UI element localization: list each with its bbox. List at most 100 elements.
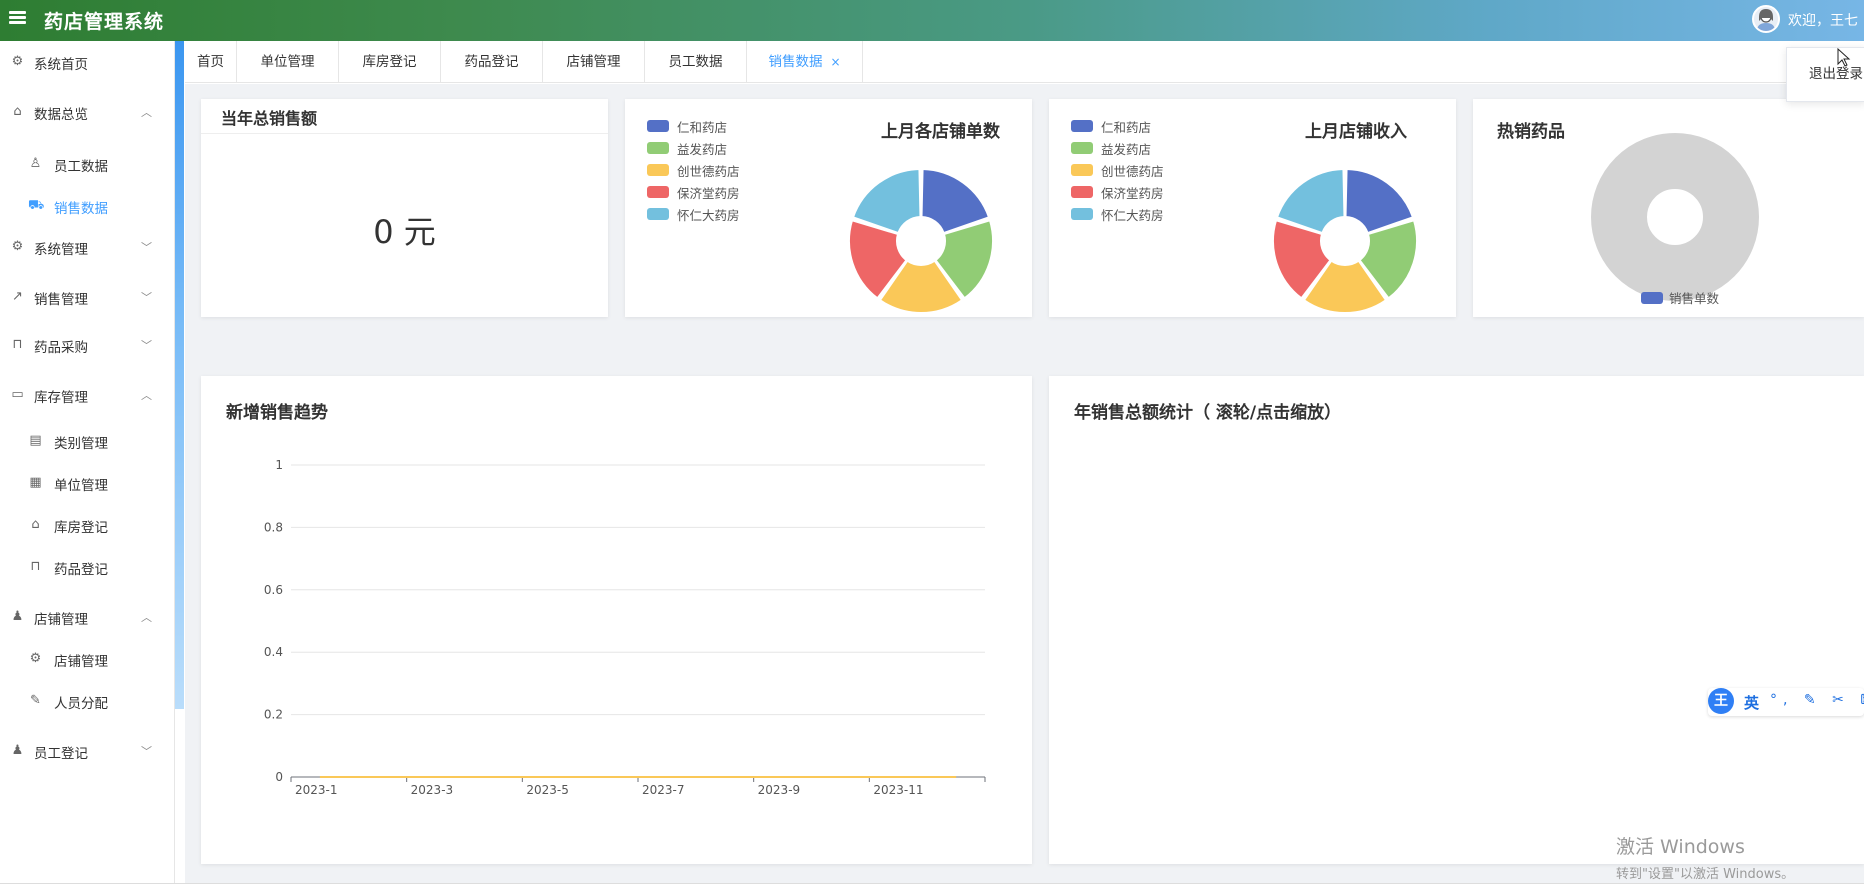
- user-filled-icon: ♟: [11, 609, 24, 624]
- y-tick-label: 0.4: [264, 645, 283, 659]
- tab-bar: 首页 单位管理 库房登记 药品登记 店铺管理 员工数据 销售数据 ×: [185, 41, 1864, 83]
- chevron-down-icon: ﹀: [141, 339, 152, 352]
- sidebar-item-label: 库房登记: [54, 520, 108, 536]
- legend-swatch: [1641, 292, 1663, 304]
- hot-drugs-card: 热销药品 销售单数: [1473, 99, 1864, 317]
- trend-chart-icon: ↗: [12, 289, 23, 304]
- total-sales-title: 当年总销售额: [221, 109, 318, 128]
- gear-outline-icon: ⚙: [11, 54, 24, 69]
- logout-menu-item[interactable]: 退出登录: [1786, 47, 1864, 102]
- sidebar-item-label: 店铺管理: [54, 654, 108, 670]
- empty-donut-ring: [1591, 133, 1759, 301]
- sidebar-scrollbar[interactable]: [175, 41, 184, 709]
- y-tick-label: 0.2: [264, 708, 283, 722]
- mouse-cursor-icon: [1837, 48, 1851, 67]
- tab-3[interactable]: 药品登记: [441, 41, 543, 83]
- user-avatar[interactable]: [1752, 5, 1780, 33]
- sidebar-item-label: 库存管理: [34, 390, 88, 406]
- sidebar-item-15[interactable]: ♟ 员工登记 ﹀: [0, 730, 174, 770]
- ime-language-toggle[interactable]: 英: [1744, 692, 1759, 713]
- shopping-bag-icon: ⊓: [12, 337, 23, 352]
- building-icon: ▦: [29, 475, 42, 490]
- y-tick-label: 0: [275, 770, 283, 784]
- sidebar-item-0[interactable]: ⚙ 系统首页: [0, 41, 174, 81]
- sidebar-item-9[interactable]: ▦ 单位管理: [0, 462, 174, 502]
- sidebar: ⚙ 系统首页 ⌂ 数据总览 ︿ ♙ 员工数据 ⛟ 销售数据 ⚙ 系统管理 ﹀ ↗ 销售管理 ﹀ ⊓ 药品采购 ﹀ ▭…: [0, 41, 175, 883]
- sidebar-item-label: 系统首页: [34, 57, 88, 73]
- sidebar-item-3[interactable]: ⛟ 销售数据: [0, 185, 174, 225]
- orders-last-month-card: 上月各店铺单数 仁和药店 益发药店 创世德药店 保济堂药房 怀仁大药房: [625, 99, 1032, 317]
- avatar-icon: [1757, 9, 1775, 31]
- tab-label: 首页: [197, 54, 224, 70]
- ime-toolbar[interactable]: 王 英 °, ✎ ✂ ⌨: [1708, 688, 1864, 716]
- card-divider: [201, 133, 608, 134]
- user-filled-icon: ♟: [11, 743, 24, 758]
- annual-chart-title: 年销售总额统计（ 滚轮/点击缩放）: [1074, 403, 1342, 423]
- sidebar-item-6[interactable]: ⊓ 药品采购 ﹀: [0, 324, 174, 364]
- ime-logo-icon[interactable]: 王: [1708, 688, 1734, 714]
- tab-6[interactable]: 销售数据 ×: [747, 41, 863, 83]
- sidebar-item-11[interactable]: ⊓ 药品登记: [0, 546, 174, 586]
- chevron-down-icon: ﹀: [141, 745, 152, 758]
- tab-close-icon[interactable]: ×: [830, 55, 840, 69]
- chevron-down-icon: ﹀: [141, 291, 152, 304]
- sidebar-item-14[interactable]: ✎ 人员分配: [0, 680, 174, 720]
- x-tick-label: 2023-11: [873, 783, 923, 797]
- tab-1[interactable]: 单位管理: [237, 41, 339, 83]
- sidebar-item-label: 销售管理: [34, 292, 88, 308]
- sidebar-item-label: 销售数据: [54, 201, 108, 217]
- sales-trend-line-chart: 1 0.8 0.6 0.4 0.2 0 2023-1 2023-3 2023-5 2023-7 20…: [264, 458, 986, 797]
- x-tick-label: 2023-9: [758, 783, 801, 797]
- tab-0[interactable]: 首页: [185, 41, 237, 83]
- ime-tools[interactable]: °, ✎ ✂ ⌨: [1770, 692, 1864, 708]
- legend-label[interactable]: 销售单数: [1669, 291, 1720, 306]
- total-sales-card: 当年总销售额 0 元: [201, 99, 608, 317]
- sidebar-item-1[interactable]: ⌂ 数据总览 ︿: [0, 91, 174, 131]
- sidebar-item-13[interactable]: ⚙ 店铺管理: [0, 638, 174, 678]
- sidebar-item-label: 药品登记: [54, 562, 108, 578]
- chevron-down-icon: ﹀: [141, 241, 152, 254]
- sidebar-item-4[interactable]: ⚙ 系统管理 ﹀: [0, 226, 174, 266]
- orders-pie-chart: [848, 168, 994, 314]
- watermark-line1: 激活 Windows: [1616, 836, 1745, 858]
- chevron-up-icon: ︿: [141, 389, 152, 402]
- sidebar-item-label: 类别管理: [54, 436, 108, 452]
- tab-label: 员工数据: [668, 54, 723, 70]
- dashboard-content: 当年总销售额 0 元 上月各店铺单数 仁和药店 益发药店 创世德药店 保济堂药房 怀仁大…: [185, 84, 1864, 884]
- sidebar-item-label: 员工登记: [34, 746, 88, 762]
- app-title: 药店管理系统: [44, 11, 165, 33]
- sidebar-item-5[interactable]: ↗ 销售管理 ﹀: [0, 276, 174, 316]
- sidebar-item-label: 店铺管理: [34, 612, 88, 628]
- briefcase-icon: ▭: [11, 387, 24, 402]
- hamburger-menu-icon[interactable]: [8, 9, 28, 29]
- bottom-edge: [0, 883, 1864, 888]
- sidebar-item-12[interactable]: ♟ 店铺管理 ︿: [0, 596, 174, 636]
- annual-sales-card: 年销售总额统计（ 滚轮/点击缩放）: [1049, 376, 1864, 864]
- watermark-line2: 转到"设置"以激活 Windows。: [1616, 867, 1795, 882]
- welcome-text[interactable]: 欢迎，王七: [1788, 10, 1858, 30]
- document-icon: ▤: [29, 433, 42, 448]
- y-tick-label: 1: [275, 458, 283, 472]
- x-tick-label: 2023-5: [526, 783, 569, 797]
- y-tick-label: 0.6: [264, 583, 283, 597]
- sidebar-item-7[interactable]: ▭ 库存管理 ︿: [0, 374, 174, 414]
- sidebar-item-label: 系统管理: [34, 242, 88, 258]
- revenue-last-month-card: 上月店铺收入 仁和药店 益发药店 创世德药店 保济堂药房 怀仁大药房: [1049, 99, 1456, 317]
- gear-icon: ⚙: [11, 239, 24, 254]
- gear-outline-icon: ⚙: [29, 651, 42, 666]
- sidebar-item-label: 单位管理: [54, 478, 108, 494]
- tab-5[interactable]: 员工数据: [645, 41, 747, 83]
- sidebar-item-2[interactable]: ♙ 员工数据: [0, 143, 174, 183]
- tab-2[interactable]: 库房登记: [339, 41, 441, 83]
- tab-label: 药品登记: [464, 54, 519, 70]
- sidebar-item-10[interactable]: ⌂ 库房登记: [0, 504, 174, 544]
- windows-activation-watermark: 激活 Windows 转到"设置"以激活 Windows。: [1616, 832, 1794, 882]
- tab-4[interactable]: 店铺管理: [543, 41, 645, 83]
- user-icon: ♙: [29, 156, 42, 171]
- sidebar-item-label: 数据总览: [34, 107, 88, 123]
- x-tick-label: 2023-3: [411, 783, 454, 797]
- sales-trend-card: 新增销售趋势 1 0.8 0.6 0.4 0.2 0 2023-1 2023-3 2023-5 2…: [201, 376, 1032, 864]
- bag-icon: ⊓: [30, 559, 41, 574]
- x-tick-label: 2023-1: [295, 783, 338, 797]
- sidebar-item-8[interactable]: ▤ 类别管理: [0, 420, 174, 460]
